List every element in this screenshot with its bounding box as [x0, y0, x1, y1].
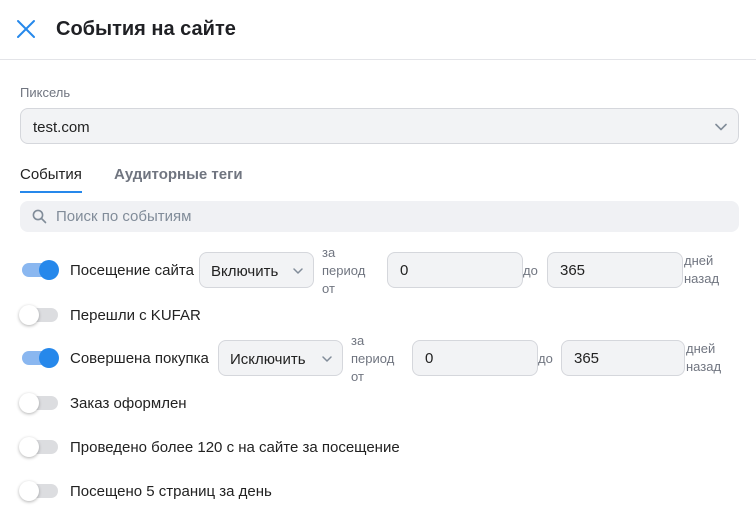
chevron-down-icon — [293, 268, 303, 274]
days-word: дней — [686, 341, 716, 356]
event-label: Проведено более 120 с на сайте за посеще… — [70, 439, 400, 456]
tab-events[interactable]: События — [20, 166, 82, 193]
event-row: Заказ оформлен — [0, 381, 756, 425]
search-icon — [32, 209, 47, 224]
event-row: Посещено 5 страниц за день — [0, 469, 756, 513]
period-label: за период от — [322, 244, 372, 298]
event-toggle[interactable] — [19, 305, 58, 325]
search-input[interactable] — [56, 201, 716, 232]
period-to-input[interactable] — [547, 252, 683, 288]
period-label: за период от — [351, 332, 401, 386]
event-mode-value: Включить — [211, 263, 279, 280]
to-label: до — [538, 351, 553, 366]
event-mode-select[interactable]: Включить — [199, 252, 314, 288]
chevron-down-icon — [715, 123, 727, 131]
event-label: Заказ оформлен — [70, 395, 187, 412]
event-row: Перешли с KUFAR — [0, 293, 756, 337]
search-bar — [20, 201, 739, 232]
close-icon — [17, 20, 35, 38]
period-word: за — [351, 333, 365, 348]
event-label: Совершена покупка — [70, 350, 209, 367]
period-from-input[interactable] — [412, 340, 538, 376]
event-label: Посещение сайта — [70, 262, 194, 279]
tab-audience-tags[interactable]: Аудиторные теги — [114, 166, 243, 193]
event-row: Совершена покупка Исключить за период от… — [0, 333, 756, 384]
event-label: Посещено 5 страниц за день — [70, 483, 272, 500]
event-toggle[interactable] — [19, 393, 58, 413]
pixel-select-value: test.com — [33, 119, 90, 136]
event-mode-value: Исключить — [230, 351, 306, 368]
days-ago-label: дней назад — [686, 340, 721, 376]
event-toggle[interactable] — [22, 260, 59, 280]
event-label: Перешли с KUFAR — [70, 307, 201, 324]
toggle-knob — [19, 305, 39, 325]
event-mode-select[interactable]: Исключить — [218, 340, 343, 376]
event-toggle[interactable] — [22, 348, 59, 368]
close-button[interactable] — [14, 17, 38, 41]
days-word: дней — [684, 253, 714, 268]
period-word: период — [322, 263, 366, 278]
chevron-down-icon — [322, 356, 332, 362]
days-word: назад — [684, 271, 720, 286]
period-word: период — [351, 351, 395, 366]
event-toggle[interactable] — [19, 481, 58, 501]
toggle-knob — [19, 393, 39, 413]
days-ago-label: дней назад — [684, 252, 719, 288]
toggle-knob — [19, 437, 39, 457]
event-row: Проведено более 120 с на сайте за посеще… — [0, 425, 756, 469]
event-toggle[interactable] — [19, 437, 58, 457]
to-label: до — [523, 263, 538, 278]
period-word: за — [322, 245, 336, 260]
toggle-knob — [19, 481, 39, 501]
page-title: События на сайте — [56, 18, 236, 40]
period-to-input[interactable] — [561, 340, 685, 376]
period-from-input[interactable] — [387, 252, 523, 288]
days-word: назад — [686, 359, 722, 374]
pixel-label: Пиксель — [20, 85, 71, 100]
event-row: Посещение сайта Включить за период от до… — [0, 245, 756, 296]
toggle-knob — [39, 260, 59, 280]
pixel-select[interactable]: test.com — [20, 108, 739, 144]
modal-header: События на сайте — [0, 0, 756, 60]
toggle-knob — [39, 348, 59, 368]
